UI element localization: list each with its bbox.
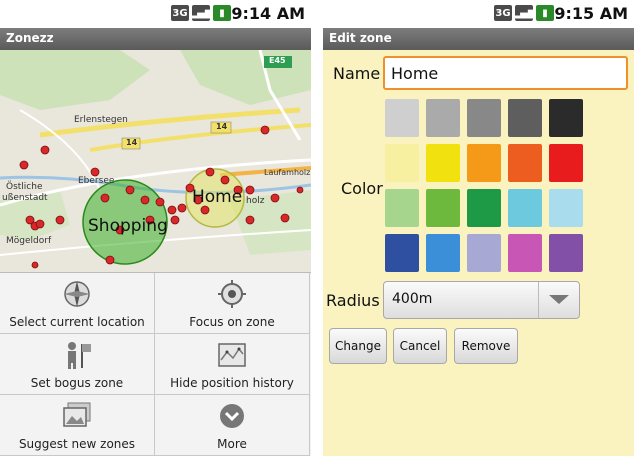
status-icons: 3G ▂▄▆ ▮ [494, 5, 554, 21]
radius-spinner[interactable]: 400m [383, 281, 580, 319]
color-swatch[interactable] [549, 99, 583, 137]
color-swatch[interactable] [508, 234, 542, 272]
map-label: ußenstadt [2, 193, 48, 203]
color-swatch[interactable] [549, 189, 583, 227]
gallery-icon [63, 402, 91, 427]
menu-label: Set bogus zone [30, 376, 124, 390]
change-button[interactable]: Change [329, 328, 387, 364]
menu-set-bogus-zone[interactable]: Set bogus zone [0, 334, 155, 395]
color-swatch[interactable] [385, 99, 419, 137]
radius-label: Radius [326, 291, 380, 310]
color-swatch[interactable] [508, 189, 542, 227]
map-label: Mögeldorf [6, 236, 52, 246]
radius-value: 400m [392, 291, 433, 307]
color-label: Color [341, 179, 383, 198]
name-label: Name [333, 64, 381, 83]
color-swatch[interactable] [467, 189, 501, 227]
signal-icon: ▂▄▆ [512, 5, 536, 21]
target-icon [218, 280, 246, 308]
remove-button[interactable]: Remove [454, 328, 518, 364]
compass-icon [64, 281, 90, 307]
options-menu: Select current location Focus on zone Se… [0, 272, 311, 456]
menu-label: Suggest new zones [18, 437, 136, 451]
map-label: Östliche [6, 182, 43, 192]
menu-focus-on-zone[interactable]: Focus on zone [155, 273, 310, 334]
menu-label: Hide position history [170, 376, 294, 390]
color-swatch[interactable] [426, 144, 460, 182]
road-badge: 14 [126, 138, 138, 147]
map-label: Erlenstegen [74, 115, 128, 125]
color-swatch[interactable] [426, 234, 460, 272]
color-swatch[interactable] [467, 144, 501, 182]
menu-label: Focus on zone [189, 315, 275, 329]
signal-icon: ▂▄▆ [189, 5, 213, 21]
color-swatch[interactable] [549, 144, 583, 182]
zone-name-field[interactable]: Home [383, 56, 628, 90]
person-flag-icon [68, 342, 91, 369]
road-badge: 14 [216, 122, 228, 131]
menu-select-current-location[interactable]: Select current location [0, 273, 155, 334]
status-time: 9:14 AM [231, 4, 305, 23]
zone-label-shopping[interactable]: Shopping [88, 216, 168, 236]
map-label: Ebersee [78, 176, 115, 186]
left-screen: 3G ▂▄▆ ▮ 9:14 AM Zonezz Erlenstegen Östl… [0, 0, 311, 456]
color-swatch[interactable] [549, 234, 583, 272]
color-swatch[interactable] [385, 234, 419, 272]
network-3g-icon: 3G [171, 5, 189, 21]
map-icon [218, 343, 246, 367]
activity-title: Edit zone [329, 31, 392, 45]
network-3g-icon: 3G [494, 5, 512, 21]
status-bar: 3G ▂▄▆ ▮ 9:15 AM [323, 0, 634, 28]
zone-label-home[interactable]: Home [192, 187, 242, 207]
map-label: Laufamholz [264, 168, 311, 177]
map-label: holz [246, 196, 265, 206]
battery-icon: ▮ [536, 5, 554, 21]
menu-more[interactable]: More [155, 395, 310, 456]
color-swatch[interactable] [426, 189, 460, 227]
activity-title-bar: Edit zone [323, 28, 634, 50]
menu-suggest-new-zones[interactable]: Suggest new zones [0, 395, 155, 456]
color-swatch[interactable] [385, 144, 419, 182]
color-swatch[interactable] [467, 99, 501, 137]
more-icon [220, 404, 244, 428]
status-icons: 3G ▂▄▆ ▮ [171, 5, 231, 21]
app-title: Zonezz [6, 31, 54, 45]
menu-label: More [217, 437, 247, 451]
dropdown-arrow-icon [538, 282, 579, 318]
status-bar: 3G ▂▄▆ ▮ 9:14 AM [0, 0, 311, 28]
map-view[interactable]: Erlenstegen Östliche ußenstadt Ebersee M… [0, 50, 311, 272]
status-time: 9:15 AM [554, 4, 628, 23]
cancel-button[interactable]: Cancel [393, 328, 447, 364]
right-screen: 3G ▂▄▆ ▮ 9:15 AM Edit zone Name Home Col… [323, 0, 634, 456]
menu-label: Select current location [9, 315, 145, 329]
name-row: Name Home [323, 54, 634, 94]
color-swatch[interactable] [508, 99, 542, 137]
menu-hide-position-history[interactable]: Hide position history [155, 334, 310, 395]
color-swatch[interactable] [426, 99, 460, 137]
battery-icon: ▮ [213, 5, 231, 21]
app-title-bar: Zonezz [0, 28, 311, 50]
color-swatch[interactable] [508, 144, 542, 182]
color-swatch[interactable] [467, 234, 501, 272]
color-swatch[interactable] [385, 189, 419, 227]
road-badge: E45 [269, 56, 286, 65]
